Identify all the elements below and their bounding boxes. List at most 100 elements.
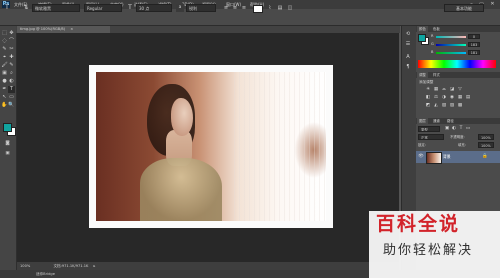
workspace-select[interactable]: 基本功能 bbox=[444, 4, 484, 12]
photo-curtain bbox=[230, 72, 326, 221]
layer-filter-select[interactable]: 类型 bbox=[418, 126, 440, 132]
filter-type-icon[interactable]: T bbox=[458, 126, 464, 132]
vibrance-icon[interactable]: ▽ bbox=[457, 87, 463, 93]
font-size-select[interactable]: 30 点 bbox=[136, 4, 172, 12]
tab-layers[interactable]: 图层 bbox=[417, 118, 428, 124]
color-spectrum-bar[interactable] bbox=[418, 60, 496, 68]
color-balance-icon[interactable]: ⚖ bbox=[433, 95, 439, 101]
brush-tool-icon[interactable]: 🖌 bbox=[1, 62, 8, 69]
shape-tool-icon[interactable]: ▭ bbox=[8, 94, 15, 101]
brightness-icon[interactable]: ☀ bbox=[425, 87, 431, 93]
layer-name[interactable]: 背景 bbox=[443, 153, 451, 161]
color-fg-swatch[interactable] bbox=[418, 34, 426, 42]
g-label: G bbox=[431, 42, 434, 46]
tab-adjustments[interactable]: 调整 bbox=[417, 72, 428, 78]
document-tab[interactable]: timg.jpg @ 100%(RGB/8) × bbox=[17, 26, 110, 33]
curves-icon[interactable]: ⌓ bbox=[441, 87, 447, 93]
type-tool-icon[interactable]: T bbox=[3, 4, 11, 12]
close-button[interactable]: ✕ bbox=[488, 1, 497, 8]
crop-tool-icon[interactable]: ✎ bbox=[1, 46, 8, 53]
zoom-tool-icon[interactable]: 🔍 bbox=[8, 102, 15, 109]
font-size-icon: T bbox=[128, 4, 132, 11]
gradient-tool-icon[interactable]: ● bbox=[1, 78, 8, 85]
character-panel-icon[interactable]: ▤ bbox=[276, 4, 284, 12]
tab-channels[interactable]: 通道 bbox=[431, 118, 442, 124]
3d-icon[interactable]: ◫ bbox=[286, 4, 294, 12]
eyedropper-tool-icon[interactable]: ⌖ bbox=[1, 54, 8, 61]
layer-visibility-eye-icon[interactable]: 👁 bbox=[418, 154, 424, 160]
lasso-tool-icon[interactable]: ◌ bbox=[1, 38, 8, 45]
text-color-swatch[interactable] bbox=[253, 5, 263, 13]
fill-value[interactable]: 100% bbox=[478, 142, 494, 148]
anti-alias-label: a bbox=[176, 4, 184, 12]
align-right-icon[interactable]: ≡ bbox=[240, 4, 248, 12]
filter-shape-icon[interactable]: ▭ bbox=[465, 126, 471, 132]
tab-color[interactable]: 颜色 bbox=[417, 26, 428, 32]
tab-paths[interactable]: 路径 bbox=[445, 118, 456, 124]
hand-tool-icon[interactable]: ✋ bbox=[1, 102, 8, 109]
document-info: 文档:971.1K/971.1K bbox=[53, 264, 89, 268]
history-panel-icon[interactable]: ⟲ bbox=[404, 30, 412, 38]
eraser-tool-icon[interactable]: ⌕ bbox=[8, 70, 15, 77]
font-family-select[interactable]: 微软雅黑 bbox=[32, 4, 80, 12]
watermark-subtitle: 助你轻松解决 bbox=[383, 243, 474, 258]
dodge-tool-icon[interactable]: ◐ bbox=[8, 78, 15, 85]
channel-mixer-icon[interactable]: ▦ bbox=[457, 95, 463, 101]
paragraph-panel-icon[interactable]: ¶ bbox=[404, 63, 412, 71]
g-slider[interactable] bbox=[436, 44, 466, 46]
foreground-color-swatch[interactable] bbox=[3, 123, 12, 132]
r-value[interactable]: 0 bbox=[468, 34, 480, 39]
black-white-icon[interactable]: ◑ bbox=[441, 95, 447, 101]
status-menu-arrow-icon[interactable]: ▸ bbox=[94, 264, 96, 268]
pen-tool-icon[interactable]: ✒ bbox=[1, 86, 8, 93]
marquee-tool-icon[interactable]: ⬚ bbox=[1, 30, 8, 37]
path-selection-tool-icon[interactable]: ↖ bbox=[1, 94, 8, 101]
mini-bridge-label[interactable]: 迷你Bridge bbox=[36, 272, 55, 276]
warp-text-icon[interactable]: ⌇ bbox=[266, 4, 274, 12]
character-panel-icon-dock[interactable]: A bbox=[404, 53, 412, 61]
history-brush-tool-icon[interactable]: ▣ bbox=[1, 70, 8, 77]
align-center-icon[interactable]: ≡ bbox=[231, 4, 239, 12]
exposure-icon[interactable]: ◪ bbox=[449, 87, 455, 93]
screen-mode-icon[interactable]: ▣ bbox=[4, 150, 11, 157]
document-tab-close-icon[interactable]: × bbox=[70, 27, 73, 31]
quick-mask-icon[interactable]: ◙ bbox=[4, 140, 11, 147]
layer-thumbnail bbox=[426, 152, 442, 164]
anti-alias-select[interactable]: 锐利 bbox=[186, 4, 216, 12]
threshold-icon[interactable]: ▧ bbox=[441, 103, 447, 109]
move-tool-icon[interactable]: ✥ bbox=[8, 30, 15, 37]
document-tab-label: timg.jpg @ 100%(RGB/8) bbox=[20, 27, 66, 31]
tab-swatches[interactable]: 色板 bbox=[431, 26, 442, 32]
r-slider[interactable] bbox=[436, 36, 466, 38]
photo-woman-dress bbox=[140, 158, 222, 221]
selective-color-icon[interactable]: ▨ bbox=[449, 103, 455, 109]
filter-pixel-icon[interactable]: ▣ bbox=[444, 126, 450, 132]
hue-saturation-icon[interactable]: ◧ bbox=[425, 95, 431, 101]
g-value[interactable]: 183 bbox=[468, 42, 480, 47]
invert-icon[interactable]: ◩ bbox=[425, 103, 431, 109]
levels-icon[interactable]: ▦ bbox=[433, 87, 439, 93]
filter-adjust-icon[interactable]: ◐ bbox=[451, 126, 457, 132]
text-orientation-icon[interactable]: ⇅ bbox=[22, 4, 30, 12]
properties-panel-icon[interactable]: ☰ bbox=[404, 40, 412, 48]
font-style-select[interactable]: Regular bbox=[84, 4, 122, 12]
opacity-value[interactable]: 100% bbox=[478, 134, 494, 140]
b-slider[interactable] bbox=[436, 52, 466, 54]
opacity-label: 不透明度: bbox=[450, 135, 465, 139]
quick-select-tool-icon[interactable]: ⌒ bbox=[8, 38, 15, 45]
b-value[interactable]: 181 bbox=[468, 50, 480, 55]
posterize-icon[interactable]: ◭ bbox=[433, 103, 439, 109]
align-left-icon[interactable]: ≡ bbox=[222, 4, 230, 12]
gradient-map-icon[interactable]: ▩ bbox=[457, 103, 463, 109]
blend-mode-select[interactable]: 正常 bbox=[418, 134, 444, 140]
r-label: R bbox=[431, 34, 434, 38]
slice-tool-icon[interactable]: ✂ bbox=[8, 46, 15, 53]
zoom-level[interactable]: 100% bbox=[20, 264, 30, 268]
color-lookup-icon[interactable]: ▤ bbox=[465, 95, 471, 101]
type-tool-icon-selected[interactable]: T bbox=[8, 86, 15, 93]
tab-styles[interactable]: 样式 bbox=[431, 72, 442, 78]
healing-tool-icon[interactable]: ✚ bbox=[8, 54, 15, 61]
b-label: B bbox=[431, 50, 434, 54]
clone-stamp-tool-icon[interactable]: ✎ bbox=[8, 62, 15, 69]
photo-filter-icon[interactable]: ◉ bbox=[449, 95, 455, 101]
